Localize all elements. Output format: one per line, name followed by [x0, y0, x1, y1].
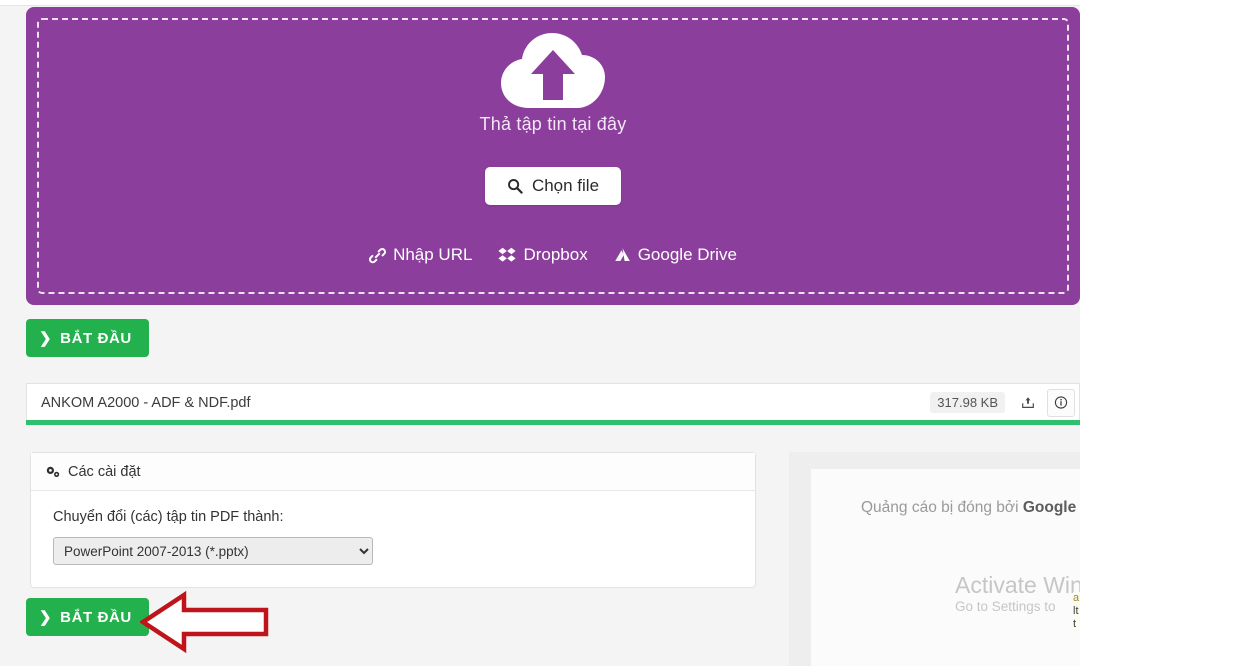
watermark-line-2: Go to Settings to — [955, 599, 1056, 614]
site-content: Thả tập tin tại đây Chọn file Nhập URL D… — [0, 0, 1080, 666]
settings-header: Các cài đặt — [31, 453, 755, 491]
dropbox-icon — [498, 247, 517, 262]
settings-title: Các cài đặt — [68, 463, 141, 480]
start-button-bottom[interactable]: ❯ BẮT ĐẦU — [26, 598, 149, 636]
output-format-select[interactable]: PowerPoint 2007-2013 (*.pptx) — [53, 537, 373, 565]
file-row: ANKOM A2000 - ADF & NDF.pdf 317.98 KB — [26, 383, 1080, 421]
cloud-upload-icon — [501, 33, 605, 108]
cutoff-text-line-1: a — [1073, 592, 1080, 604]
cutoff-text-line-2: lt — [1073, 605, 1079, 617]
google-drive-icon — [614, 248, 630, 261]
file-size-badge: 317.98 KB — [930, 392, 1005, 413]
info-circle-icon — [1054, 396, 1068, 409]
chevron-right-icon: ❯ — [39, 329, 53, 347]
dropzone-drop-text: Thả tập tin tại đây — [479, 114, 627, 134]
settings-body: Chuyển đổi (các) tập tin PDF thành: Powe… — [31, 491, 755, 587]
page-top-strip — [0, 0, 1080, 6]
link-icon — [369, 247, 387, 263]
dropbox-label: Dropbox — [523, 245, 588, 264]
choose-file-button[interactable]: Chọn file — [484, 167, 622, 205]
import-url-link[interactable]: Nhập URL — [369, 245, 472, 265]
start-button-bottom-label: BẮT ĐẦU — [60, 608, 132, 626]
ad-placeholder: Quảng cáo bị đóng bởi Google — [811, 469, 1080, 666]
dropbox-link[interactable]: Dropbox — [498, 245, 588, 265]
cutoff-text-line-3: t — [1073, 618, 1077, 630]
windows-activation-watermark: Activate Wind Go to Settings to — [955, 572, 1080, 616]
ad-brand-google: Google — [1022, 499, 1077, 516]
google-drive-link[interactable]: Google Drive — [614, 245, 737, 265]
import-url-label: Nhập URL — [393, 245, 473, 264]
convert-format-label: Chuyển đổi (các) tập tin PDF thành: — [53, 509, 284, 525]
choose-file-label: Chọn file — [531, 176, 600, 195]
search-icon — [507, 179, 523, 194]
google-drive-label: Google Drive — [637, 245, 737, 264]
import-services-row: Nhập URL Dropbox Google Drive — [369, 245, 737, 265]
page-root: Thả tập tin tại đây Chọn file Nhập URL D… — [0, 0, 1244, 666]
chevron-right-icon: ❯ — [39, 608, 53, 626]
ad-blocked-message: Quảng cáo bị đóng bởi Google — [861, 499, 1076, 517]
start-button-top-label: BẮT ĐẦU — [60, 329, 132, 347]
upload-progress-bar — [26, 420, 1080, 425]
settings-card: Các cài đặt Chuyển đổi (các) tập tin PDF… — [30, 452, 756, 588]
file-dropzone[interactable]: Thả tập tin tại đây Chọn file Nhập URL D… — [26, 7, 1080, 305]
site-viewport: Thả tập tin tại đây Chọn file Nhập URL D… — [0, 0, 1080, 666]
file-info-button[interactable] — [1047, 388, 1075, 417]
start-button-top[interactable]: ❯ BẮT ĐẦU — [26, 319, 149, 357]
file-name: ANKOM A2000 - ADF & NDF.pdf — [41, 394, 251, 411]
dropzone-content: Thả tập tin tại đây Chọn file Nhập URL D… — [26, 7, 1080, 305]
cutoff-text-sliver: a lt t — [1073, 592, 1080, 631]
file-upload-action-button[interactable] — [1015, 390, 1041, 416]
ad-blocked-prefix: Quảng cáo bị đóng bởi — [861, 499, 1023, 516]
cogs-icon — [46, 466, 60, 477]
watermark-line-1: Activate Wind — [955, 572, 1080, 598]
upload-export-icon — [1022, 396, 1034, 408]
ad-panel: Quảng cáo bị đóng bởi Google — [789, 452, 1080, 666]
